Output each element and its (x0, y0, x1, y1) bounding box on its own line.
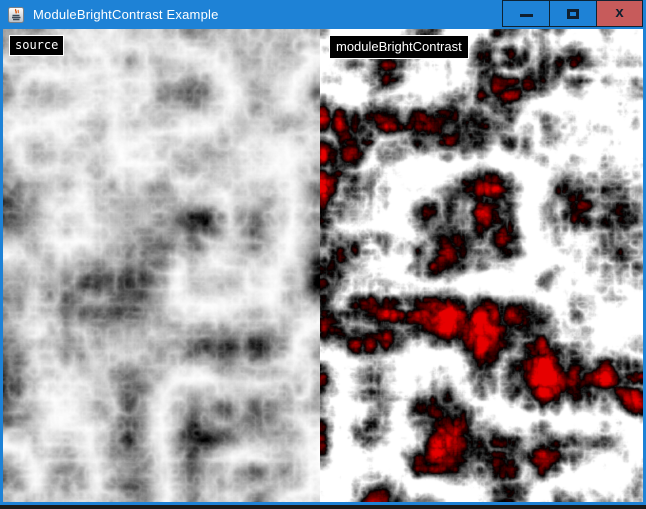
result-image-panel: moduleBrightContrast (320, 29, 643, 502)
maximize-button[interactable] (549, 0, 596, 27)
source-label: source (9, 35, 64, 56)
app-window: ModuleBrightContrast Example x source mo… (0, 0, 646, 505)
close-icon: x (615, 5, 623, 20)
minimize-icon (520, 14, 533, 17)
window-title: ModuleBrightContrast Example (33, 7, 219, 22)
title-bar[interactable]: ModuleBrightContrast Example x (0, 0, 646, 29)
maximize-icon (567, 9, 579, 19)
close-button[interactable]: x (596, 0, 643, 27)
minimize-button[interactable] (502, 0, 549, 27)
result-label: moduleBrightContrast (329, 35, 469, 59)
source-image-panel: source (3, 29, 320, 502)
source-image (3, 29, 320, 502)
image-area: source moduleBrightContrast (3, 29, 643, 502)
java-app-icon (8, 7, 24, 23)
result-image (320, 29, 643, 502)
window-controls: x (502, 0, 643, 27)
